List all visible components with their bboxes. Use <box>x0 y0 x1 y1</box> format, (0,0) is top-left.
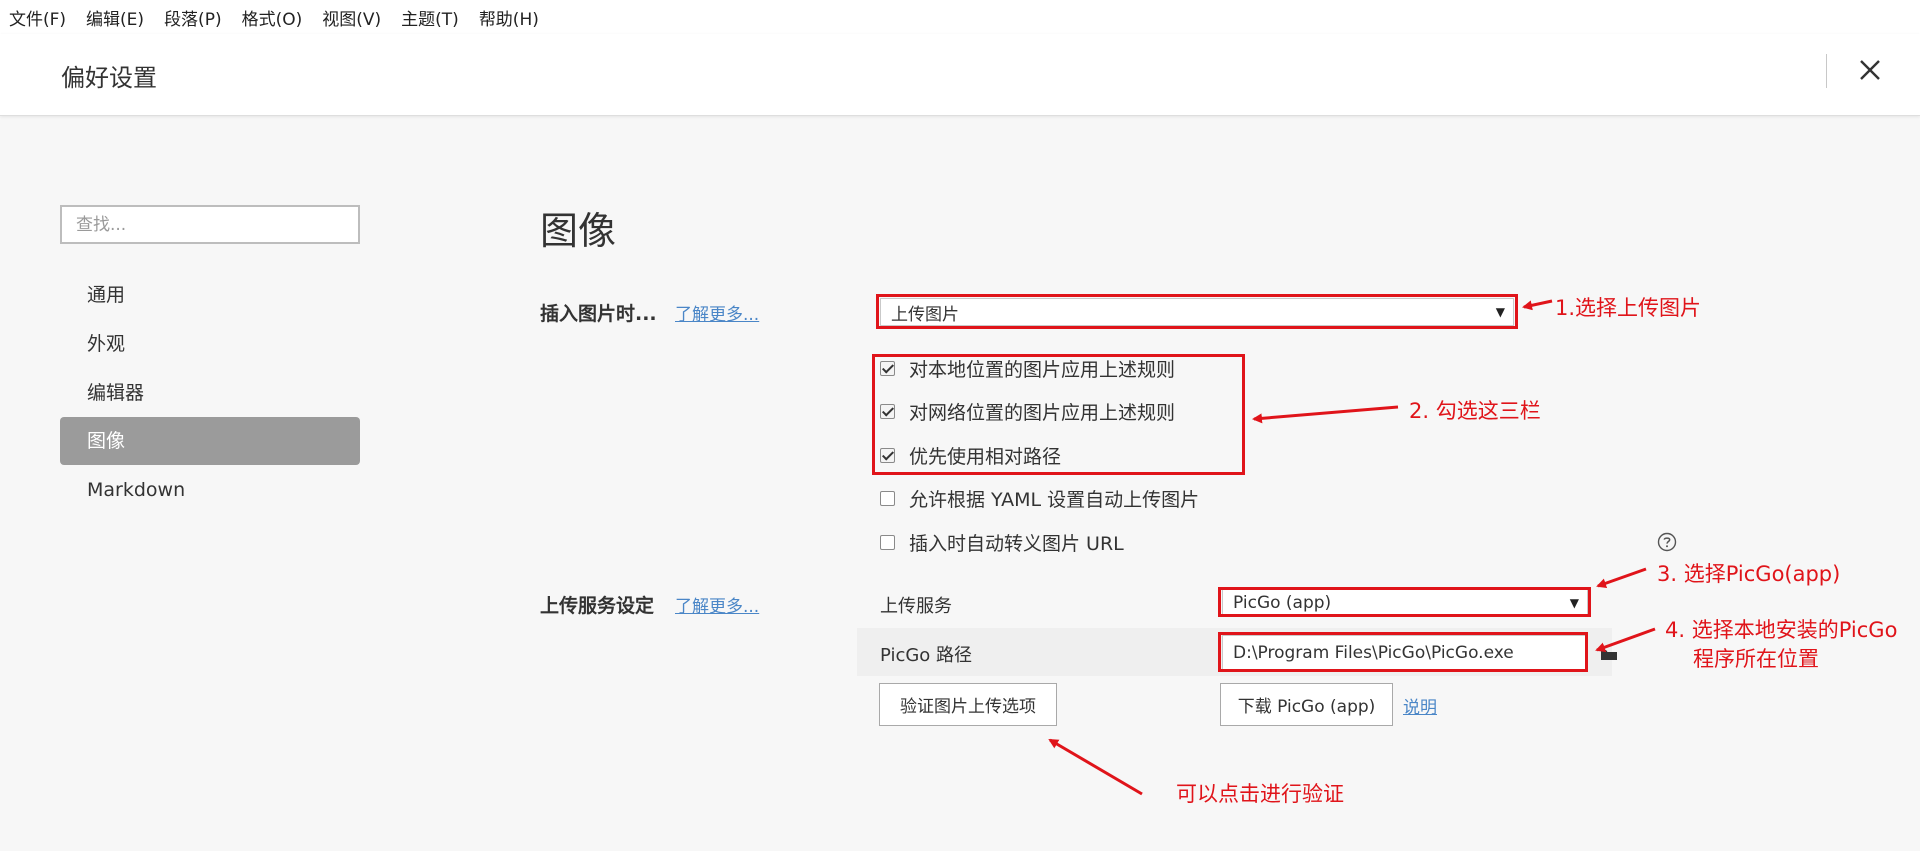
section-title: 图像 <box>540 209 617 253</box>
sidebar-item-image[interactable]: 图像 <box>60 417 360 465</box>
sidebar-item-appearance[interactable]: 外观 <box>60 320 360 368</box>
annotation-step1: 1.选择上传图片 <box>1555 296 1702 320</box>
option-escape-url-label: 插入时自动转义图片 URL <box>909 532 1124 555</box>
annotation-step4-line1: 4. 选择本地安装的PicGo <box>1665 618 1898 642</box>
arrow-step1 <box>1522 299 1553 311</box>
menu-edit[interactable]: 编辑(E) <box>86 5 144 30</box>
insert-image-learn-more-link[interactable]: 了解更多... <box>675 300 759 325</box>
folder-icon <box>1601 650 1617 660</box>
search-input[interactable] <box>60 205 360 244</box>
checkbox-yaml-auto-upload[interactable] <box>880 490 895 506</box>
sidebar-item-general[interactable]: 通用 <box>60 271 360 319</box>
annotation-step3: 3. 选择PicGo(app) <box>1657 562 1841 586</box>
menu-view[interactable]: 视图(V) <box>322 5 381 30</box>
sidebar-item-editor[interactable]: 编辑器 <box>60 369 360 417</box>
arrow-step3 <box>1596 567 1647 589</box>
preferences-header: 偏好设置 <box>0 34 1920 116</box>
picgo-path-label: PicGo 路径 <box>880 645 973 666</box>
option-local-images[interactable]: 对本地位置的图片应用上述规则 <box>880 353 1175 383</box>
checkbox-escape-url[interactable] <box>880 534 895 550</box>
help-button[interactable] <box>1657 532 1677 552</box>
insert-image-select[interactable]: 上传图片 ▼ <box>880 298 1514 326</box>
browse-folder-button[interactable] <box>1600 646 1618 660</box>
insert-image-label: 插入图片时... <box>540 303 657 325</box>
annotation-step4-line2: 程序所在位置 <box>1693 647 1819 671</box>
picgo-path-value: D:\Program Files\PicGo\PicGo.exe <box>1233 643 1514 663</box>
menu-format[interactable]: 格式(O) <box>242 5 303 30</box>
annotation-verify-hint: 可以点击进行验证 <box>1176 782 1344 806</box>
upload-service-select[interactable]: PicGo (app) ▼ <box>1222 589 1588 617</box>
arrow-step2 <box>1252 405 1399 424</box>
chevron-down-icon: ▼ <box>1569 596 1579 610</box>
help-circle-icon <box>1657 532 1677 552</box>
close-icon <box>1860 60 1880 80</box>
checkbox-network-images[interactable] <box>880 403 895 419</box>
arrow-verify <box>1048 738 1143 796</box>
option-network-images-label: 对网络位置的图片应用上述规则 <box>909 401 1176 424</box>
option-relative-path-label: 优先使用相对路径 <box>909 445 1062 468</box>
menu-bar: 文件(F) 编辑(E) 段落(P) 格式(O) 视图(V) 主题(T) 帮助(H… <box>0 0 1920 34</box>
download-picgo-button[interactable]: 下载 PicGo (app) <box>1220 683 1393 726</box>
menu-theme[interactable]: 主题(T) <box>401 5 459 30</box>
verify-upload-button[interactable]: 验证图片上传选项 <box>879 683 1057 726</box>
upload-service-label: 上传服务 <box>880 596 952 617</box>
upload-service-settings-label: 上传服务设定 <box>540 595 655 617</box>
option-local-images-label: 对本地位置的图片应用上述规则 <box>909 358 1176 381</box>
option-yaml-auto-upload[interactable]: 允许根据 YAML 设置自动上传图片 <box>880 483 1199 513</box>
upload-service-learn-more-link[interactable]: 了解更多... <box>675 592 759 617</box>
explain-link[interactable]: 说明 <box>1403 693 1437 718</box>
upload-service-select-value: PicGo (app) <box>1233 593 1332 613</box>
option-escape-url[interactable]: 插入时自动转义图片 URL <box>880 527 1124 557</box>
menu-paragraph[interactable]: 段落(P) <box>164 5 222 30</box>
option-relative-path[interactable]: 优先使用相对路径 <box>880 440 1061 470</box>
option-yaml-auto-upload-label: 允许根据 YAML 设置自动上传图片 <box>909 488 1200 511</box>
insert-image-select-value: 上传图片 <box>891 304 959 325</box>
chevron-down-icon: ▼ <box>1495 305 1505 319</box>
menu-help[interactable]: 帮助(H) <box>479 5 539 30</box>
checkbox-local-images[interactable] <box>880 360 895 376</box>
annotation-step2: 2. 勾选这三栏 <box>1409 399 1541 423</box>
option-network-images[interactable]: 对网络位置的图片应用上述规则 <box>880 396 1175 426</box>
menu-file[interactable]: 文件(F) <box>9 5 66 30</box>
picgo-path-input[interactable]: D:\Program Files\PicGo\PicGo.exe <box>1222 635 1586 671</box>
header-divider <box>1826 54 1827 88</box>
page-title: 偏好设置 <box>61 64 157 92</box>
checkbox-relative-path[interactable] <box>880 447 895 463</box>
close-button[interactable] <box>1852 52 1888 88</box>
sidebar-item-markdown[interactable]: Markdown <box>60 466 360 514</box>
